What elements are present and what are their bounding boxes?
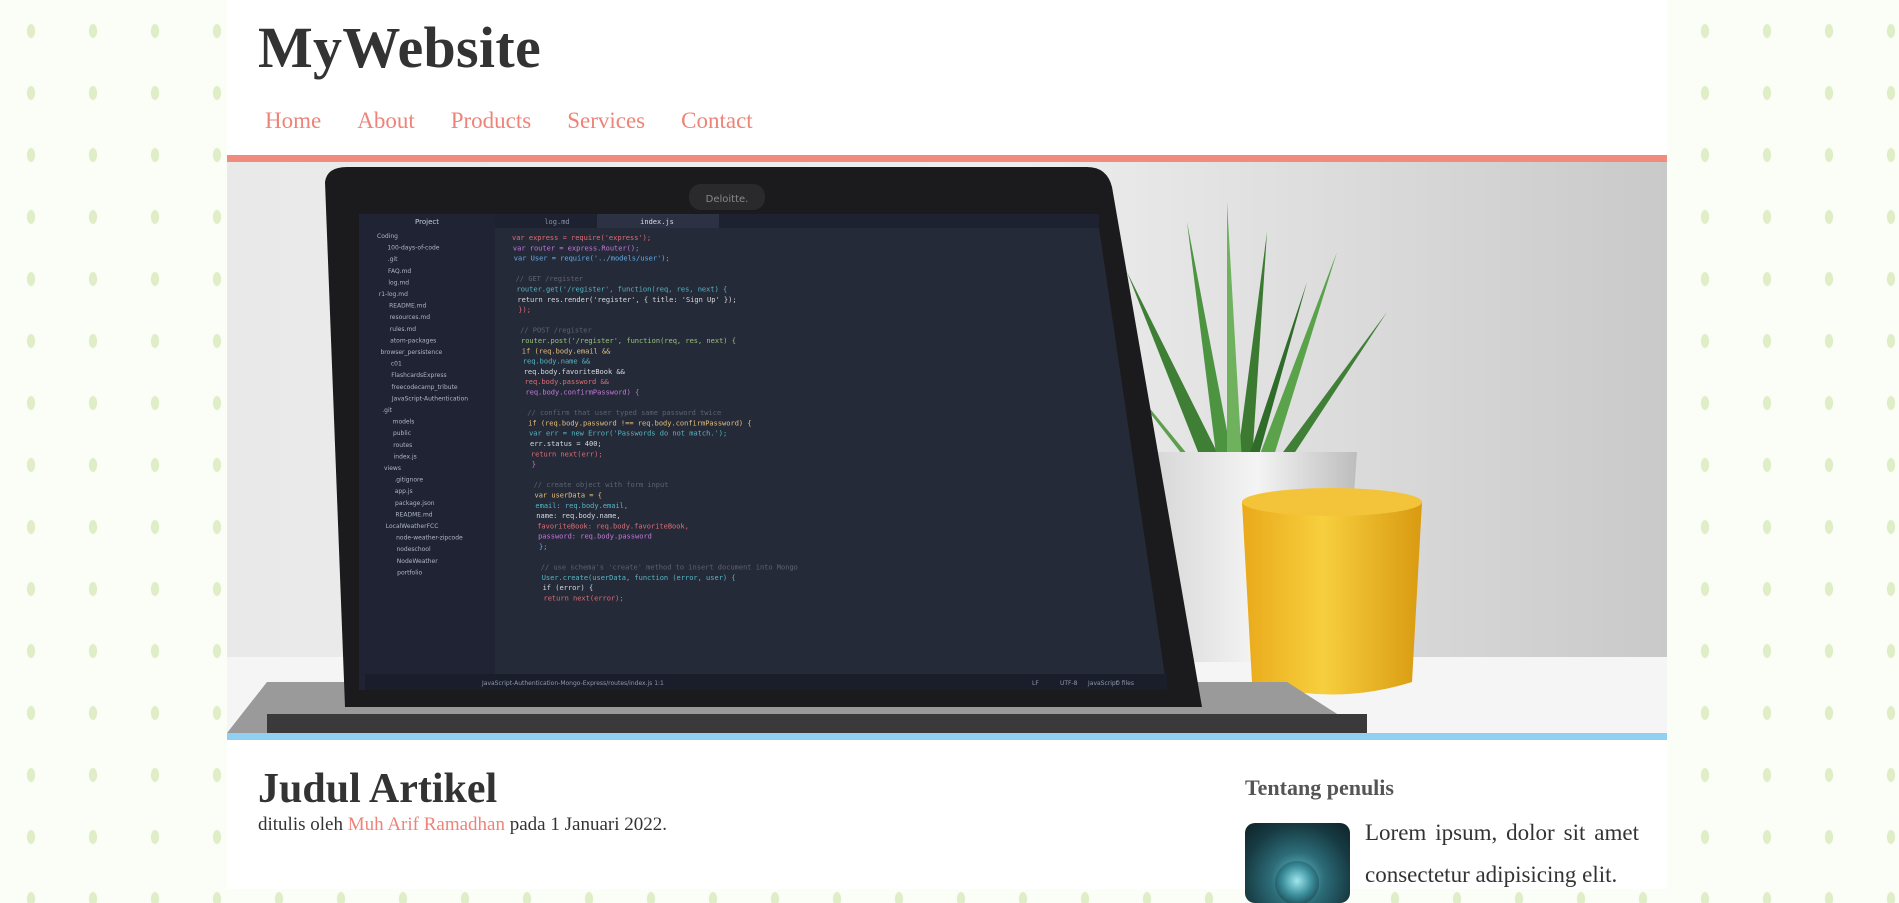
nav-about[interactable]: About <box>357 108 415 134</box>
file-tree-item: FAQ.md <box>388 268 411 275</box>
file-tree-item: .gitignore <box>394 477 423 484</box>
file-tree-item: browser_persistence <box>381 349 443 356</box>
nav-home[interactable]: Home <box>265 108 321 134</box>
code-line: // GET /register <box>516 275 583 283</box>
file-tree-item: resources.md <box>389 314 430 321</box>
code-line: // POST /register <box>520 327 592 335</box>
status-item: JavaScript <box>1087 680 1119 687</box>
code-line: return res.render('register', { title: '… <box>517 296 736 304</box>
byline-prefix: ditulis oleh <box>258 814 343 835</box>
file-tree-item: Coding <box>377 233 398 240</box>
file-tree-item: r1-log.md <box>379 291 408 298</box>
code-line: return next(err); <box>531 450 603 458</box>
file-tree-item: views <box>384 465 401 472</box>
hero-bottom-border <box>227 733 1667 740</box>
code-line: }; <box>539 543 547 551</box>
byline-suffix: pada 1 Januari 2022. <box>509 814 667 835</box>
code-line: }); <box>518 306 531 314</box>
file-tree-item: public <box>393 430 411 437</box>
editor-tab: log.md <box>544 218 569 226</box>
file-tree-item: package.json <box>395 500 435 507</box>
status-item: UTF-8 <box>1060 680 1078 687</box>
code-line: req.body.confirmPassword) { <box>526 389 640 397</box>
code-line: req.body.password && <box>525 378 610 386</box>
status-item: LF <box>1032 680 1039 687</box>
file-tree-item: index.js <box>394 453 417 460</box>
file-tree-item: rules.md <box>390 326 417 333</box>
hero-image: Deloitte. log.md index.js Project Coding… <box>227 162 1667 733</box>
yellow-cup <box>1242 494 1422 695</box>
code-line: email: req.body.email, <box>535 502 628 510</box>
code-line: if (req.body.email && <box>522 347 611 355</box>
main-nav: Home About Products Services Contact <box>265 108 753 134</box>
file-tree-item: FlashcardsExpress <box>391 372 446 379</box>
page-container: MyWebsite Home About Products Services C… <box>227 0 1667 903</box>
code-line: var err = new Error('Passwords do not ma… <box>529 430 727 438</box>
code-line: var userData = { <box>535 492 602 500</box>
code-line: } <box>532 461 536 469</box>
file-tree-item: README.md <box>395 511 432 518</box>
sidebar-header: Project <box>415 218 439 226</box>
file-tree-item: log.md <box>388 279 409 286</box>
nav-services[interactable]: Services <box>567 108 645 134</box>
bezel-label: Deloitte. <box>706 194 749 205</box>
author-avatar <box>1245 823 1350 903</box>
code-line: router.post('/register', function(req, r… <box>521 337 736 345</box>
code-line: var User = require('../models/user'); <box>514 255 670 263</box>
code-line: if (error) { <box>543 584 594 592</box>
hero-top-border <box>227 155 1667 162</box>
file-tree-item: 100-days-of-code <box>387 245 439 252</box>
nav-products[interactable]: Products <box>451 108 532 134</box>
file-tree-item: .git <box>388 256 398 263</box>
code-line: name: req.body.name, <box>536 512 620 520</box>
author-link[interactable]: Muh Arif Ramadhan <box>348 814 505 835</box>
file-tree-item: freecodecamp_tribute <box>392 384 458 391</box>
file-tree-item: routes <box>393 442 412 449</box>
code-line: req.body.favoriteBook && <box>524 368 626 376</box>
code-line: err.status = 400; <box>530 440 602 448</box>
code-line: User.create(userData, function (error, u… <box>542 574 736 582</box>
code-line: // use schema's 'create' method to inser… <box>541 564 798 572</box>
file-tree-item: portfolio <box>397 569 422 576</box>
hero-laptop-illustration: Deloitte. log.md index.js Project Coding… <box>227 162 1667 733</box>
file-tree-item: nodeschool <box>396 546 431 553</box>
article-byline: ditulis oleh Muh Arif Ramadhan pada 1 Ja… <box>258 814 667 836</box>
code-line: var express = require('express'); <box>512 234 651 242</box>
file-tree-item: c01 <box>391 361 402 368</box>
code-line: if (req.body.password !== req.body.confi… <box>528 419 751 427</box>
file-tree-item: README.md <box>389 303 426 310</box>
file-tree-item: .git <box>382 407 392 414</box>
status-path: JavaScript-Authentication-Mongo-Express/… <box>481 680 664 687</box>
file-tree-item: atom-packages <box>390 337 436 344</box>
article-title: Judul Artikel <box>258 766 498 812</box>
status-item: 0 files <box>1116 680 1134 687</box>
avatar-robot-head <box>1275 861 1319 903</box>
code-line: // create object with form input <box>534 481 669 489</box>
code-line: router.get('/register', function(req, re… <box>517 286 728 294</box>
file-tree-item: app.js <box>395 488 413 495</box>
editor-tab: index.js <box>640 218 674 226</box>
author-about-text: Lorem ipsum, dolor sit amet consectetur … <box>1365 820 1639 887</box>
file-tree-item: models <box>393 419 415 426</box>
code-line: // confirm that user typed same password… <box>527 409 721 417</box>
code-line: favoriteBook: req.body.favoriteBook, <box>537 522 689 530</box>
file-tree-item: NodeWeather <box>397 558 438 565</box>
file-tree-item: node-weather-zipcode <box>396 535 463 542</box>
file-tree-item: LocalWeatherFCC <box>386 523 439 530</box>
file-tree-item: JavaScript-Authentication <box>391 395 468 402</box>
code-line: return next(error); <box>544 595 624 603</box>
site-title[interactable]: MyWebsite <box>258 14 541 81</box>
nav-contact[interactable]: Contact <box>681 108 753 134</box>
code-line: req.body.name && <box>523 358 591 366</box>
code-line: var router = express.Router(); <box>513 244 639 252</box>
code-line: password: req.body.password <box>538 533 652 541</box>
sidebar-heading: Tentang penulis <box>1245 775 1394 800</box>
